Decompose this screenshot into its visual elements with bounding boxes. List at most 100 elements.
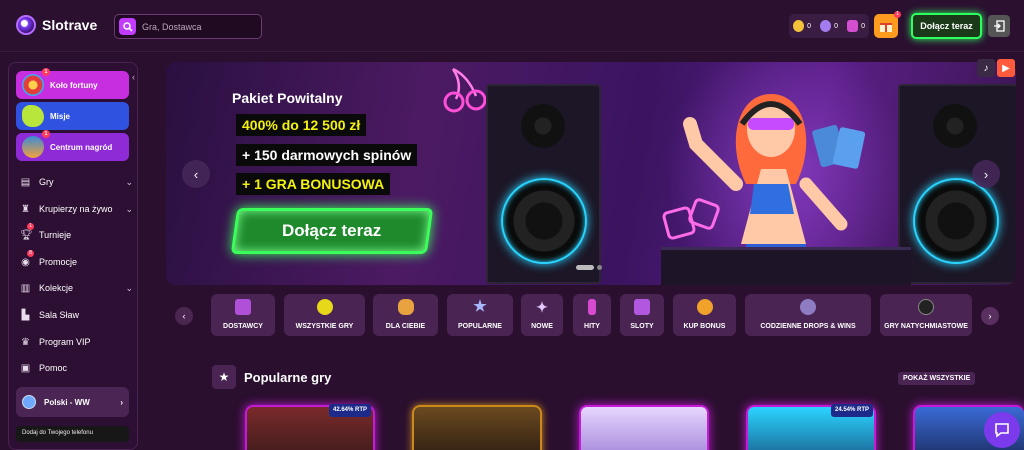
- rtp-badge: 24.54% RTP: [831, 404, 874, 417]
- coin-icon: [793, 20, 805, 32]
- chevron-left-icon: ‹: [193, 166, 199, 182]
- bb-balance: 0: [861, 22, 865, 30]
- game-tile[interactable]: [579, 405, 709, 450]
- join-button[interactable]: Dołącz teraz: [911, 13, 982, 39]
- promo-label: Misje: [50, 111, 71, 121]
- popular-star-icon: ★: [212, 365, 236, 389]
- category-for-you[interactable]: DLA CIEBIE: [373, 294, 438, 336]
- category-label: WSZYSTKIE GRY: [295, 323, 354, 330]
- left-speaker: [486, 84, 601, 284]
- chevron-down-icon: ⌄: [125, 203, 133, 214]
- game-tile[interactable]: [412, 405, 542, 450]
- category-label: KUP BONUS: [683, 323, 726, 330]
- gift-icon: [880, 23, 892, 32]
- sidebar-promo-rewards[interactable]: 1 Centrum nagród: [16, 130, 129, 161]
- banner-prev-button[interactable]: ‹: [182, 160, 210, 188]
- chevron-down-icon: ⌄: [125, 282, 133, 293]
- sidebar-item-label: Program VIP: [39, 337, 91, 347]
- help-icon: ▣: [20, 362, 31, 374]
- sidebar-item-collections[interactable]: ▥ Kolekcje ⌄: [20, 280, 135, 296]
- sidebar-item-vip[interactable]: ♛ Program VIP: [20, 334, 135, 350]
- sidebar-item-tournaments[interactable]: 🏆︎ 1 Turnieje: [20, 223, 135, 243]
- woofer: [501, 178, 587, 264]
- gift-button[interactable]: 1: [874, 11, 901, 38]
- category-new[interactable]: ✦ NOWE: [521, 294, 563, 336]
- popular-section-title: Popularne gry: [244, 370, 332, 385]
- sidebar-item-hall-of-fame[interactable]: ▙ Sala Sław: [20, 307, 135, 323]
- search-icon: [119, 18, 136, 35]
- language-selector[interactable]: Polski - WW ›: [16, 387, 129, 417]
- brand-logo[interactable]: Slotrave: [16, 15, 97, 35]
- login-icon: [994, 20, 1005, 32]
- sidebar-promo-wheel[interactable]: 1 Koło fortuny: [16, 68, 129, 99]
- collapse-sidebar-icon[interactable]: ‹: [132, 72, 135, 82]
- bell-icon: ◉: [21, 256, 30, 268]
- sidebar-item-help[interactable]: ▣ Pomoc: [20, 360, 135, 376]
- sidebar-item-promotions[interactable]: ◉ 8 Promocje: [20, 250, 135, 270]
- sparkle-icon: ✦: [536, 299, 548, 315]
- add-to-phone-label: Dodaj do Twojego telefonu: [22, 430, 93, 436]
- category-providers[interactable]: DOSTAWCY: [211, 294, 275, 336]
- chat-icon: [995, 423, 1009, 438]
- category-label: CODZIENNE DROPS & WINS: [760, 323, 856, 330]
- dice-decoration: [662, 198, 720, 240]
- nav-badge: 1: [27, 223, 34, 230]
- chat-button[interactable]: [984, 412, 1020, 448]
- add-to-phone-banner[interactable]: Dodaj do Twojego telefonu: [16, 426, 129, 442]
- sidebar-item-live-dealers[interactable]: ♜ Krupierzy na żywo ⌄: [20, 201, 135, 217]
- wallet-balances[interactable]: 0 0 0: [789, 14, 869, 38]
- sidebar-item-label: Turnieje: [39, 230, 72, 240]
- sidebar-item-label: Krupierzy na żywo: [39, 204, 113, 214]
- globe-icon: [22, 395, 36, 409]
- category-label: SLOTY: [630, 323, 654, 330]
- banner-next-button[interactable]: ›: [972, 160, 1000, 188]
- gift-badge: 1: [894, 11, 901, 18]
- right-speaker: [898, 84, 1016, 284]
- sidebar-promo-missions[interactable]: Misje: [16, 102, 129, 130]
- chevron-right-icon: ›: [983, 166, 989, 182]
- promo-label: Centrum nagród: [50, 142, 113, 152]
- rtp-badge: 42.64% RTP: [329, 404, 372, 417]
- carousel-dot[interactable]: [597, 265, 602, 270]
- login-button[interactable]: [988, 15, 1010, 37]
- chevron-right-icon: ›: [120, 397, 123, 407]
- category-hits[interactable]: HITY: [573, 294, 611, 336]
- category-popular[interactable]: ★ POPULARNE: [447, 294, 513, 336]
- music-note-icon[interactable]: ♪: [977, 59, 995, 77]
- dealer-icon: ♜: [21, 203, 30, 215]
- collection-icon: ▥: [20, 282, 31, 294]
- tweeter: [521, 104, 565, 148]
- coin-balance: 0: [807, 22, 811, 30]
- search-input[interactable]: Gra, Dostawca: [114, 14, 262, 39]
- logo-icon: [16, 15, 36, 35]
- sidebar-item-games[interactable]: ▤ Gry ⌄: [20, 174, 135, 190]
- category-slots[interactable]: SLOTY: [620, 294, 664, 336]
- play-icon[interactable]: ▶: [997, 59, 1015, 77]
- categories-prev-button[interactable]: ‹: [175, 307, 193, 325]
- woofer: [913, 178, 999, 264]
- category-label: POPULARNE: [458, 323, 502, 330]
- slot-icon: [634, 299, 650, 315]
- banner-line-bonus: + 1 GRA BONUSOWA: [236, 173, 391, 195]
- category-daily-drops[interactable]: CODZIENNE DROPS & WINS: [745, 294, 871, 336]
- spin-balance: 0: [834, 22, 838, 30]
- chevron-down-icon: ⌄: [125, 176, 133, 187]
- sidebar-item-label: Kolekcje: [39, 283, 74, 293]
- categories-next-button[interactable]: ›: [981, 307, 999, 325]
- banner-highlight-line: 400% do 12 500 zł: [236, 114, 367, 136]
- tweeter: [933, 104, 977, 148]
- category-all-games[interactable]: WSZYSTKIE GRY: [284, 294, 365, 336]
- mission-icon: [22, 105, 44, 127]
- sidebar-item-label: Promocje: [39, 257, 78, 267]
- show-all-link[interactable]: POKAŻ WSZYSTKIE: [898, 372, 976, 385]
- banner-join-button[interactable]: Dołącz teraz: [230, 208, 434, 254]
- category-instant-games[interactable]: GRY NATYCHMIASTOWE: [880, 294, 972, 336]
- banner-title: Pakiet Powitalny: [232, 90, 343, 106]
- carousel-dot-active[interactable]: [576, 265, 594, 270]
- coin-icon: [696, 299, 713, 315]
- category-buy-bonus[interactable]: KUP BONUS: [673, 294, 736, 336]
- sidebar-item-label: Sala Sław: [39, 310, 80, 320]
- hero-banner[interactable]: Pakiet Powitalny 400% do 12 500 zł + 150…: [166, 62, 1016, 285]
- brand-name: Slotrave: [42, 17, 98, 33]
- category-label: DLA CIEBIE: [385, 323, 426, 330]
